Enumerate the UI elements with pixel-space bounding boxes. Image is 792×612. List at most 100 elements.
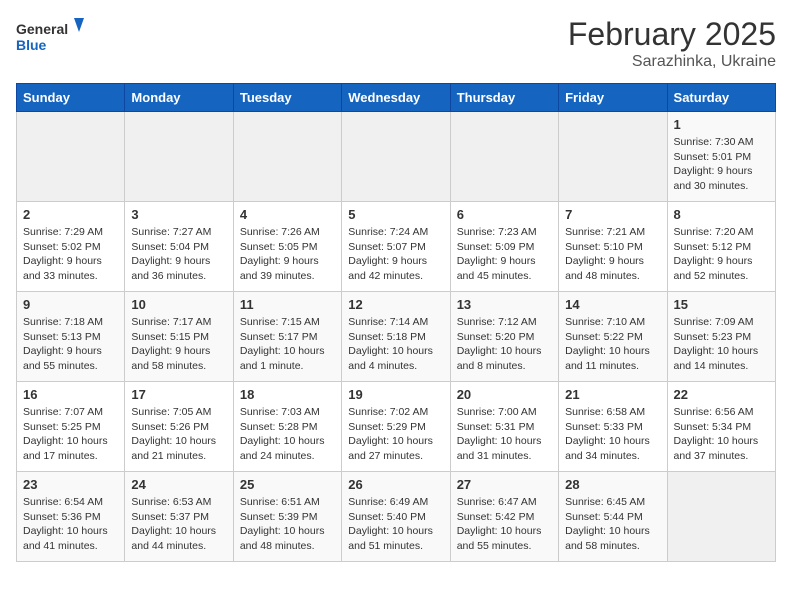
calendar-cell <box>233 112 341 202</box>
day-number: 8 <box>674 207 769 222</box>
weekday-header-wednesday: Wednesday <box>342 84 450 112</box>
calendar-cell: 13Sunrise: 7:12 AM Sunset: 5:20 PM Dayli… <box>450 292 558 382</box>
title-block: February 2025 Sarazhinka, Ukraine <box>568 16 776 71</box>
calendar-cell: 16 Sunrise: 7:07 AM Sunset: 5:25 PM Dayli… <box>17 382 125 472</box>
day-content: Sunrise: 6:45 AM Sunset: 5:44 PM Dayligh… <box>565 495 660 554</box>
calendar-header-row: SundayMondayTuesdayWednesdayThursdayFrid… <box>17 84 776 112</box>
day-content: Sunrise: 6:51 AM Sunset: 5:39 PM Dayligh… <box>240 495 335 554</box>
calendar-cell: 18 Sunrise: 7:03 AM Sunset: 5:28 PM Dayli… <box>233 382 341 472</box>
day-number: 24 <box>131 477 226 492</box>
calendar-cell: 4Sunrise: 7:26 AM Sunset: 5:05 PM Daylig… <box>233 202 341 292</box>
day-number: 6 <box>457 207 552 222</box>
calendar-cell: 11 Sunrise: 7:15 AM Sunset: 5:17 PM Dayli… <box>233 292 341 382</box>
day-content: Sunrise: 7:00 AM Sunset: 5:31 PM Dayligh… <box>457 405 552 464</box>
day-number: 2 <box>23 207 118 222</box>
day-content: Sunrise: 7:27 AM Sunset: 5:04 PM Dayligh… <box>131 225 226 284</box>
day-content: Sunrise: 7:09 AM Sunset: 5:23 PM Dayligh… <box>674 315 769 374</box>
calendar-cell: 27 Sunrise: 6:47 AM Sunset: 5:42 PM Dayli… <box>450 472 558 562</box>
day-number: 13 <box>457 297 552 312</box>
logo-svg: GeneralBlue <box>16 16 96 56</box>
day-content: Sunrise: 6:49 AM Sunset: 5:40 PM Dayligh… <box>348 495 443 554</box>
day-number: 27 <box>457 477 552 492</box>
day-content: Sunrise: 7:20 AM Sunset: 5:12 PM Dayligh… <box>674 225 769 284</box>
day-number: 19 <box>348 387 443 402</box>
day-number: 22 <box>674 387 769 402</box>
weekday-header-saturday: Saturday <box>667 84 775 112</box>
day-number: 16 <box>23 387 118 402</box>
day-number: 5 <box>348 207 443 222</box>
day-content: Sunrise: 7:02 AM Sunset: 5:29 PM Dayligh… <box>348 405 443 464</box>
day-content: Sunrise: 7:30 AM Sunset: 5:01 PM Dayligh… <box>674 135 769 194</box>
calendar-cell: 24 Sunrise: 6:53 AM Sunset: 5:37 PM Dayli… <box>125 472 233 562</box>
day-content: Sunrise: 7:29 AM Sunset: 5:02 PM Dayligh… <box>23 225 118 284</box>
calendar-cell <box>667 472 775 562</box>
calendar-cell <box>342 112 450 202</box>
day-content: Sunrise: 6:56 AM Sunset: 5:34 PM Dayligh… <box>674 405 769 464</box>
day-content: Sunrise: 6:53 AM Sunset: 5:37 PM Dayligh… <box>131 495 226 554</box>
calendar-subtitle: Sarazhinka, Ukraine <box>568 53 776 71</box>
calendar-week-2: 2 Sunrise: 7:29 AM Sunset: 5:02 PM Daylig… <box>17 202 776 292</box>
calendar-cell: 12Sunrise: 7:14 AM Sunset: 5:18 PM Dayli… <box>342 292 450 382</box>
day-content: Sunrise: 7:07 AM Sunset: 5:25 PM Dayligh… <box>23 405 118 464</box>
svg-text:General: General <box>16 21 68 37</box>
calendar-cell: 2 Sunrise: 7:29 AM Sunset: 5:02 PM Daylig… <box>17 202 125 292</box>
weekday-header-sunday: Sunday <box>17 84 125 112</box>
calendar-cell: 20 Sunrise: 7:00 AM Sunset: 5:31 PM Dayli… <box>450 382 558 472</box>
day-number: 3 <box>131 207 226 222</box>
calendar-week-1: 1 Sunrise: 7:30 AM Sunset: 5:01 PM Daylig… <box>17 112 776 202</box>
calendar-cell: 6 Sunrise: 7:23 AM Sunset: 5:09 PM Daylig… <box>450 202 558 292</box>
calendar-cell: 19 Sunrise: 7:02 AM Sunset: 5:29 PM Dayli… <box>342 382 450 472</box>
day-number: 18 <box>240 387 335 402</box>
calendar-cell: 17 Sunrise: 7:05 AM Sunset: 5:26 PM Dayli… <box>125 382 233 472</box>
day-content: Sunrise: 6:47 AM Sunset: 5:42 PM Dayligh… <box>457 495 552 554</box>
day-content: Sunrise: 7:15 AM Sunset: 5:17 PM Dayligh… <box>240 315 335 374</box>
day-number: 9 <box>23 297 118 312</box>
calendar-cell: 10Sunrise: 7:17 AM Sunset: 5:15 PM Dayli… <box>125 292 233 382</box>
day-number: 20 <box>457 387 552 402</box>
calendar-week-4: 16 Sunrise: 7:07 AM Sunset: 5:25 PM Dayli… <box>17 382 776 472</box>
calendar-title: February 2025 <box>568 16 776 53</box>
calendar-cell <box>559 112 667 202</box>
day-content: Sunrise: 7:24 AM Sunset: 5:07 PM Dayligh… <box>348 225 443 284</box>
calendar-cell: 15Sunrise: 7:09 AM Sunset: 5:23 PM Dayli… <box>667 292 775 382</box>
day-number: 11 <box>240 297 335 312</box>
logo: GeneralBlue <box>16 16 96 56</box>
day-number: 17 <box>131 387 226 402</box>
day-number: 7 <box>565 207 660 222</box>
day-number: 26 <box>348 477 443 492</box>
weekday-header-tuesday: Tuesday <box>233 84 341 112</box>
calendar-week-3: 9 Sunrise: 7:18 AM Sunset: 5:13 PM Daylig… <box>17 292 776 382</box>
day-content: Sunrise: 7:14 AM Sunset: 5:18 PM Dayligh… <box>348 315 443 374</box>
calendar-cell: 25Sunrise: 6:51 AM Sunset: 5:39 PM Dayli… <box>233 472 341 562</box>
calendar-table: SundayMondayTuesdayWednesdayThursdayFrid… <box>16 83 776 562</box>
day-number: 1 <box>674 117 769 132</box>
day-content: Sunrise: 6:54 AM Sunset: 5:36 PM Dayligh… <box>23 495 118 554</box>
day-number: 10 <box>131 297 226 312</box>
calendar-cell: 23 Sunrise: 6:54 AM Sunset: 5:36 PM Dayli… <box>17 472 125 562</box>
weekday-header-thursday: Thursday <box>450 84 558 112</box>
page-header: GeneralBlue February 2025 Sarazhinka, Uk… <box>16 16 776 71</box>
day-content: Sunrise: 6:58 AM Sunset: 5:33 PM Dayligh… <box>565 405 660 464</box>
svg-text:Blue: Blue <box>16 37 47 53</box>
day-content: Sunrise: 7:21 AM Sunset: 5:10 PM Dayligh… <box>565 225 660 284</box>
calendar-cell <box>450 112 558 202</box>
calendar-cell: 5 Sunrise: 7:24 AM Sunset: 5:07 PM Daylig… <box>342 202 450 292</box>
calendar-cell: 26 Sunrise: 6:49 AM Sunset: 5:40 PM Dayli… <box>342 472 450 562</box>
day-number: 14 <box>565 297 660 312</box>
day-content: Sunrise: 7:05 AM Sunset: 5:26 PM Dayligh… <box>131 405 226 464</box>
day-content: Sunrise: 7:18 AM Sunset: 5:13 PM Dayligh… <box>23 315 118 374</box>
calendar-cell <box>17 112 125 202</box>
calendar-cell: 21 Sunrise: 6:58 AM Sunset: 5:33 PM Dayli… <box>559 382 667 472</box>
day-number: 23 <box>23 477 118 492</box>
day-content: Sunrise: 7:03 AM Sunset: 5:28 PM Dayligh… <box>240 405 335 464</box>
day-number: 21 <box>565 387 660 402</box>
calendar-cell: 7 Sunrise: 7:21 AM Sunset: 5:10 PM Daylig… <box>559 202 667 292</box>
calendar-cell: 8 Sunrise: 7:20 AM Sunset: 5:12 PM Daylig… <box>667 202 775 292</box>
day-content: Sunrise: 7:10 AM Sunset: 5:22 PM Dayligh… <box>565 315 660 374</box>
calendar-cell: 3 Sunrise: 7:27 AM Sunset: 5:04 PM Daylig… <box>125 202 233 292</box>
calendar-cell: 1 Sunrise: 7:30 AM Sunset: 5:01 PM Daylig… <box>667 112 775 202</box>
day-content: Sunrise: 7:23 AM Sunset: 5:09 PM Dayligh… <box>457 225 552 284</box>
day-number: 28 <box>565 477 660 492</box>
weekday-header-monday: Monday <box>125 84 233 112</box>
day-content: Sunrise: 7:26 AM Sunset: 5:05 PM Dayligh… <box>240 225 335 284</box>
